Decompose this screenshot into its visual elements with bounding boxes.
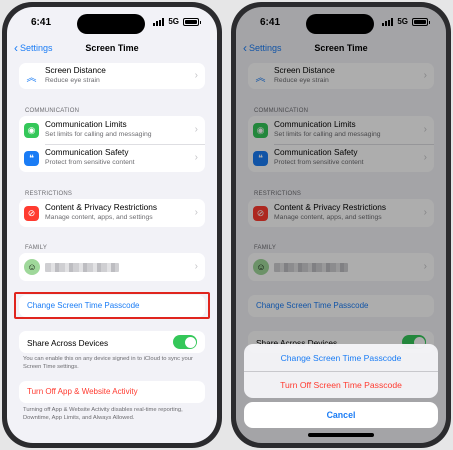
screen-distance-title: Screen Distance xyxy=(45,65,106,75)
screen-distance-card: ︽ Screen Distance Reduce eye strain › xyxy=(19,63,205,89)
communication-header: COMMUNICATION xyxy=(25,108,80,114)
person-circle-icon: ◉ xyxy=(24,122,39,138)
page-title: Screen Time xyxy=(85,43,139,53)
sheet-change-passcode-button[interactable]: Change Screen Time Passcode xyxy=(244,345,438,371)
communication-safety-row[interactable]: ❝ Communication Safety Protect from sens… xyxy=(19,144,205,172)
chevron-right-icon: › xyxy=(194,70,198,81)
chevron-right-icon: › xyxy=(194,124,198,135)
content-privacy-subtitle: Manage content, apps, and settings xyxy=(45,214,153,221)
communication-limits-title: Communication Limits xyxy=(45,119,127,129)
memoji-avatar-icon: ☺ xyxy=(24,259,40,275)
family-card: ☺ › xyxy=(19,253,205,281)
screen-distance-subtitle: Reduce eye strain xyxy=(45,77,100,84)
network-label: 5G xyxy=(168,17,179,26)
phone-left: 6:41 5G ‹ Settings Screen Time ︽ Screen … xyxy=(2,2,222,448)
highlight-box xyxy=(14,292,210,319)
turn-off-activity-button[interactable]: Turn Off App & Website Activity xyxy=(27,387,138,396)
communication-limits-row[interactable]: ◉ Communication Limits Set limits for ca… xyxy=(19,116,205,144)
share-across-footer: You can enable this on any device signed… xyxy=(23,356,193,370)
restrictions-card: ⊘ Content & Privacy Restrictions Manage … xyxy=(19,199,205,227)
communication-limits-subtitle: Set limits for calling and messaging xyxy=(45,131,152,138)
status-time: 6:41 xyxy=(31,17,52,28)
home-indicator xyxy=(308,433,374,437)
no-entry-icon: ⊘ xyxy=(24,205,39,221)
family-member-row[interactable]: ☺ › xyxy=(19,253,205,281)
signal-icon xyxy=(153,17,165,26)
chevron-right-icon: › xyxy=(194,152,198,163)
redacted-name xyxy=(45,263,119,272)
family-header: FAMILY xyxy=(25,245,48,251)
communication-safety-subtitle: Protect from sensitive content xyxy=(45,159,135,166)
dynamic-island xyxy=(77,14,145,34)
content-privacy-title: Content & Privacy Restrictions xyxy=(45,202,158,212)
chat-bubbles-icon: ❝ xyxy=(24,150,39,166)
communication-card: ◉ Communication Limits Set limits for ca… xyxy=(19,116,205,172)
battery-icon xyxy=(183,17,201,26)
chevron-right-icon: › xyxy=(194,261,198,272)
navigation-bar: ‹ Settings Screen Time xyxy=(7,41,217,59)
screen-distance-row[interactable]: ︽ Screen Distance Reduce eye strain › xyxy=(19,62,205,90)
sheet-turn-off-passcode-button[interactable]: Turn Off Screen Time Passcode xyxy=(244,372,438,398)
status-icons: 5G xyxy=(153,17,201,26)
restrictions-header: RESTRICTIONS xyxy=(25,191,73,197)
screen-time-action-sheet-screen: 6:41 5G ‹ Settings Screen Time ︽ Screen … xyxy=(236,7,446,443)
status-bar: 6:41 5G xyxy=(7,7,217,35)
content-privacy-row[interactable]: ⊘ Content & Privacy Restrictions Manage … xyxy=(19,199,205,227)
turn-off-activity-card: Turn Off App & Website Activity xyxy=(19,381,205,403)
phone-right: 6:41 5G ‹ Settings Screen Time ︽ Screen … xyxy=(231,2,451,448)
turn-off-activity-footer: Turning off App & Website Activity disab… xyxy=(23,407,183,421)
screen-time-settings-screen: 6:41 5G ‹ Settings Screen Time ︽ Screen … xyxy=(7,7,217,443)
action-sheet: Change Screen Time Passcode Turn Off Scr… xyxy=(244,344,438,398)
share-across-toggle[interactable] xyxy=(173,335,197,349)
screenshot-comparison: 6:41 5G ‹ Settings Screen Time ︽ Screen … xyxy=(0,0,453,450)
share-across-label: Share Across Devices xyxy=(27,338,109,348)
communication-safety-title: Communication Safety xyxy=(45,147,129,157)
chevron-right-icon: › xyxy=(194,207,198,218)
share-across-card: Share Across Devices xyxy=(19,331,205,353)
sheet-cancel-button[interactable]: Cancel xyxy=(244,402,438,428)
double-chevron-up-icon: ︽ xyxy=(24,68,39,84)
